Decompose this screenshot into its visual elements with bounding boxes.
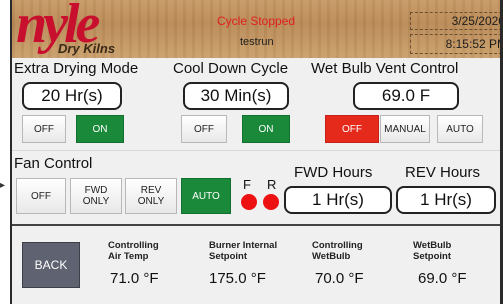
run-name: testrun — [240, 36, 274, 48]
date-text: 3/25/2020 — [451, 14, 503, 28]
rev-hours-value[interactable]: 1 Hr(s) — [396, 186, 496, 214]
fwd-hours-value[interactable]: 1 Hr(s) — [284, 186, 392, 214]
header-bar: nyle Dry Kilns Cycle Stopped testrun 3/2… — [12, 0, 503, 58]
cool-down-title: Cool Down Cycle — [173, 60, 289, 77]
time-text: 8:15:52 PM — [445, 37, 503, 51]
vent-manual-button[interactable]: MANUAL — [380, 115, 430, 143]
wetbulb-setpoint-value: 69.0 °F — [418, 270, 467, 287]
extra-drying-on-button[interactable]: ON — [76, 115, 124, 143]
fan-control-title: Fan Control — [14, 155, 93, 172]
mode-controls-panel: Extra Drying Mode 20 Hr(s) OFF ON Cool D… — [12, 58, 500, 150]
extra-drying-value[interactable]: 20 Hr(s) — [22, 82, 122, 110]
controlling-wetbulb-label: Controlling WetBulb — [312, 240, 363, 262]
fwd-indicator-label: F — [243, 177, 251, 192]
fan-auto-button[interactable]: AUTO — [181, 178, 231, 214]
fan-rev-only-button[interactable]: REV ONLY — [125, 178, 177, 214]
logo-subtitle: Dry Kilns — [58, 41, 116, 56]
controlling-wetbulb-value: 70.0 °F — [315, 270, 364, 287]
fan-off-button[interactable]: OFF — [16, 178, 66, 214]
rev-hours-title: REV Hours — [405, 164, 481, 181]
fan-fwd-only-button[interactable]: FWD ONLY — [70, 178, 122, 214]
controlling-air-temp-label: Controlling Air Temp — [108, 240, 159, 262]
time-display: 8:15:52 PM — [410, 34, 503, 54]
cool-down-value[interactable]: 30 Min(s) — [183, 82, 289, 110]
kiln-control-screen: nyle Dry Kilns Cycle Stopped testrun 3/2… — [0, 0, 503, 304]
fan-control-panel: Fan Control OFF FWD ONLY REV ONLY AUTO F… — [12, 150, 500, 225]
wet-bulb-vent-title: Wet Bulb Vent Control — [311, 60, 459, 77]
burner-setpoint-label: Burner Internal Setpoint — [209, 240, 278, 262]
controlling-air-temp-value: 71.0 °F — [110, 270, 159, 287]
fwd-hours-title: FWD Hours — [294, 164, 373, 181]
cool-down-on-button[interactable]: ON — [242, 115, 290, 143]
extra-drying-title: Extra Drying Mode — [14, 60, 139, 77]
readings-panel: BACK Controlling Air Temp 71.0 °F Burner… — [12, 226, 500, 304]
cool-down-off-button[interactable]: OFF — [181, 115, 227, 143]
rev-indicator-label: R — [267, 177, 277, 192]
cycle-status: Cycle Stopped — [217, 14, 296, 28]
rev-indicator-light — [263, 194, 279, 210]
fwd-indicator-light — [241, 194, 257, 210]
left-frame-border — [10, 0, 12, 304]
burner-setpoint-value: 175.0 °F — [209, 270, 266, 287]
wetbulb-setpoint-label: WetBulb Setpoint — [413, 240, 452, 262]
nyle-logo: nyle Dry Kilns — [14, 0, 126, 58]
back-button[interactable]: BACK — [22, 242, 80, 288]
date-display: 3/25/2020 — [410, 12, 503, 30]
side-pointer-icon: ▸ — [0, 180, 6, 191]
wet-bulb-vent-value[interactable]: 69.0 F — [353, 82, 459, 110]
extra-drying-off-button[interactable]: OFF — [22, 115, 66, 143]
vent-auto-button[interactable]: AUTO — [437, 115, 483, 143]
vent-off-button[interactable]: OFF — [325, 115, 379, 143]
